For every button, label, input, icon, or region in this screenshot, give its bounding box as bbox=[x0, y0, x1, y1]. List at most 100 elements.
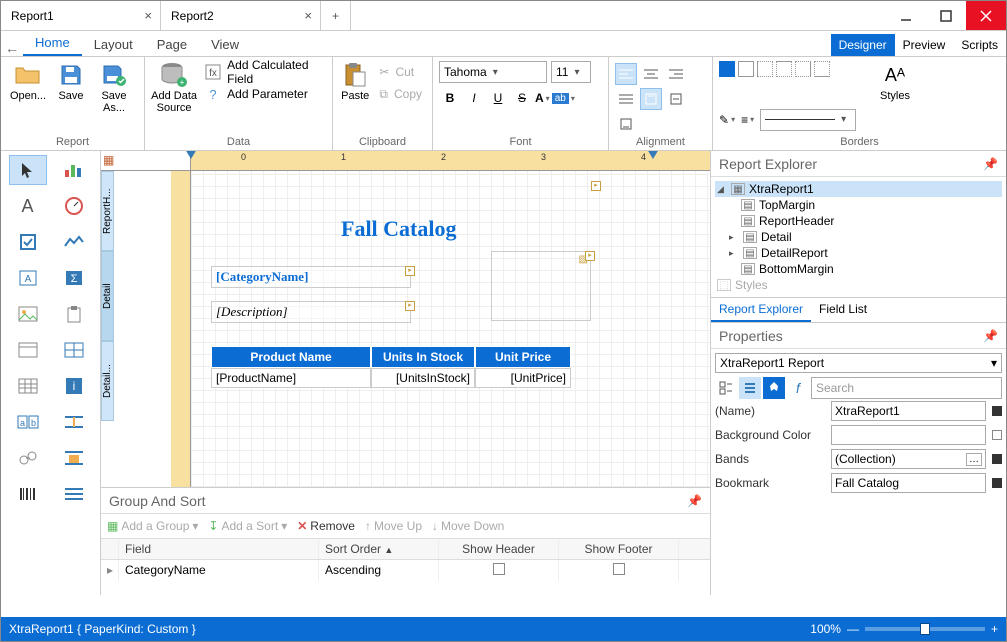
highlight-color-button[interactable]: ab bbox=[552, 93, 575, 104]
col-show-header[interactable]: Show Header bbox=[439, 539, 559, 559]
tool-sparkline[interactable] bbox=[55, 227, 93, 257]
open-button[interactable]: Open... bbox=[7, 61, 49, 103]
tool-crossband-box[interactable] bbox=[55, 443, 93, 473]
add-group-button[interactable]: ▦Add a Group ▾ bbox=[107, 519, 198, 533]
tool-picture[interactable] bbox=[9, 299, 47, 329]
cell-sort[interactable]: Ascending bbox=[319, 560, 439, 581]
paste-button[interactable]: Paste bbox=[339, 61, 371, 103]
prop-favorites-button[interactable] bbox=[763, 377, 785, 399]
expand-icon[interactable]: ▸ bbox=[729, 248, 739, 259]
col-product-name[interactable]: Product Name bbox=[211, 346, 371, 368]
ribbon-back-arrow[interactable]: ← bbox=[1, 40, 23, 56]
prop-marker[interactable] bbox=[992, 430, 1002, 440]
tool-clipboard-control[interactable] bbox=[55, 299, 93, 329]
remove-button[interactable]: ✕Remove bbox=[297, 519, 355, 533]
border-top-button[interactable] bbox=[776, 61, 792, 77]
add-parameter-button[interactable]: ?Add Parameter bbox=[201, 83, 326, 105]
ruler-horizontal[interactable]: 01234 bbox=[191, 151, 710, 171]
cell-show-header[interactable] bbox=[439, 560, 559, 581]
new-tab-button[interactable]: + bbox=[321, 1, 351, 30]
checkbox-icon[interactable] bbox=[613, 563, 625, 575]
valign-bottom-button[interactable] bbox=[615, 113, 637, 135]
tool-shape[interactable] bbox=[9, 443, 47, 473]
smart-tag-icon[interactable]: ▸ bbox=[405, 301, 415, 311]
ellipsis-button[interactable]: … bbox=[966, 453, 982, 466]
tool-table[interactable] bbox=[55, 335, 93, 365]
font-size-select[interactable]: 11 bbox=[551, 61, 591, 83]
prop-marker[interactable] bbox=[992, 406, 1002, 416]
tool-pointer[interactable] bbox=[9, 155, 47, 185]
prop-categorized-button[interactable] bbox=[715, 377, 737, 399]
close-window-button[interactable] bbox=[966, 1, 1006, 30]
prop-alphabetical-button[interactable] bbox=[739, 377, 761, 399]
tool-chart[interactable] bbox=[55, 155, 93, 185]
prop-value-input[interactable]: XtraReport1 bbox=[831, 401, 986, 421]
tool-character[interactable]: ab bbox=[9, 407, 47, 437]
slider-thumb[interactable] bbox=[920, 623, 930, 635]
move-up-button[interactable]: ↑Move Up bbox=[365, 519, 422, 533]
valign-middle-button[interactable] bbox=[665, 88, 687, 110]
canvas[interactable]: Fall Catalog ▸ [CategoryName] ▸ [Descrip… bbox=[191, 171, 710, 487]
tool-crossband-line[interactable] bbox=[55, 407, 93, 437]
border-style-select[interactable] bbox=[760, 109, 856, 131]
tool-subreport[interactable] bbox=[55, 479, 93, 509]
design-surface[interactable]: ▦ 01234 ReportH... Detail Detail... Fall… bbox=[101, 151, 710, 487]
report-tree[interactable]: ◢▦XtraReport1 ▤TopMargin ▤ReportHeader ▸… bbox=[711, 177, 1006, 297]
align-left-button[interactable] bbox=[615, 63, 637, 85]
ribbon-tab-home[interactable]: Home bbox=[23, 31, 82, 56]
tree-node-bottommargin[interactable]: ▤BottomMargin bbox=[715, 261, 1002, 277]
tool-panel[interactable] bbox=[9, 335, 47, 365]
move-down-button[interactable]: ↓Move Down bbox=[432, 519, 504, 533]
zoom-out-button[interactable]: — bbox=[847, 622, 859, 636]
cut-button[interactable]: ✂Cut bbox=[375, 61, 426, 83]
pin-icon[interactable]: 📌 bbox=[687, 494, 702, 508]
border-color-button[interactable]: ✎ bbox=[719, 113, 735, 127]
ribbon-tab-page[interactable]: Page bbox=[145, 33, 199, 56]
ribbon-tab-layout[interactable]: Layout bbox=[82, 33, 145, 56]
tool-gauge[interactable] bbox=[55, 191, 93, 221]
underline-button[interactable]: U bbox=[487, 87, 509, 109]
border-left-button[interactable] bbox=[757, 61, 773, 77]
doc-tab-report1[interactable]: Report1 × bbox=[1, 1, 161, 30]
property-object-selector[interactable]: XtraReport1 Report bbox=[715, 353, 1002, 373]
styles-button[interactable]: AᴬStyles bbox=[876, 61, 914, 103]
border-width-button[interactable]: ≡ bbox=[741, 113, 754, 127]
add-calculated-field-button[interactable]: fxAdd Calculated Field bbox=[201, 61, 326, 83]
smart-tag-icon[interactable]: ▸ bbox=[405, 266, 415, 276]
mode-preview[interactable]: Preview bbox=[895, 34, 954, 56]
valign-top-button[interactable] bbox=[640, 88, 662, 110]
tree-node-detailreport[interactable]: ▸▤DetailReport bbox=[715, 245, 1002, 261]
mode-designer[interactable]: Designer bbox=[831, 34, 895, 56]
checkbox-icon[interactable] bbox=[493, 563, 505, 575]
add-data-source-button[interactable]: +Add Data Source bbox=[151, 61, 197, 114]
prop-marker[interactable] bbox=[992, 454, 1002, 464]
add-sort-button[interactable]: ↧Add a Sort ▾ bbox=[208, 519, 287, 533]
save-as-button[interactable]: Save As... bbox=[93, 61, 135, 114]
border-all-button[interactable] bbox=[719, 61, 735, 77]
cell-units-in-stock[interactable]: [UnitsInStock] bbox=[371, 368, 475, 388]
minimize-button[interactable] bbox=[886, 1, 926, 30]
pin-icon[interactable]: 📌 bbox=[983, 329, 998, 343]
pin-icon[interactable]: 📌 bbox=[983, 157, 998, 171]
ribbon-tab-view[interactable]: View bbox=[199, 33, 251, 56]
copy-button[interactable]: ⧉Copy bbox=[375, 83, 426, 105]
save-button[interactable]: Save bbox=[53, 61, 89, 103]
align-justify-button[interactable] bbox=[615, 88, 637, 110]
smart-tag-icon[interactable]: ▸ bbox=[585, 251, 595, 261]
band-detailreport-label[interactable]: Detail... bbox=[101, 341, 114, 421]
tool-grid[interactable] bbox=[9, 371, 47, 401]
field-description[interactable]: [Description] bbox=[211, 301, 411, 323]
tree-node-topmargin[interactable]: ▤TopMargin bbox=[715, 197, 1002, 213]
col-field[interactable]: Field bbox=[119, 539, 319, 559]
zoom-slider[interactable] bbox=[865, 627, 985, 631]
zoom-in-button[interactable]: + bbox=[991, 622, 998, 636]
band-reportheader-label[interactable]: ReportH... bbox=[101, 171, 114, 251]
tool-info[interactable]: i bbox=[55, 371, 93, 401]
group-sort-row[interactable]: ▸ CategoryName Ascending bbox=[101, 560, 710, 581]
col-units-in-stock[interactable]: Units In Stock bbox=[371, 346, 475, 368]
cell-show-footer[interactable] bbox=[559, 560, 679, 581]
col-sort-order[interactable]: Sort Order ▲ bbox=[319, 539, 439, 559]
tree-node-reportheader[interactable]: ▤ReportHeader bbox=[715, 213, 1002, 229]
tree-node-xtrareport1[interactable]: ◢▦XtraReport1 bbox=[715, 181, 1002, 197]
prop-expression-button[interactable]: f bbox=[787, 377, 809, 399]
